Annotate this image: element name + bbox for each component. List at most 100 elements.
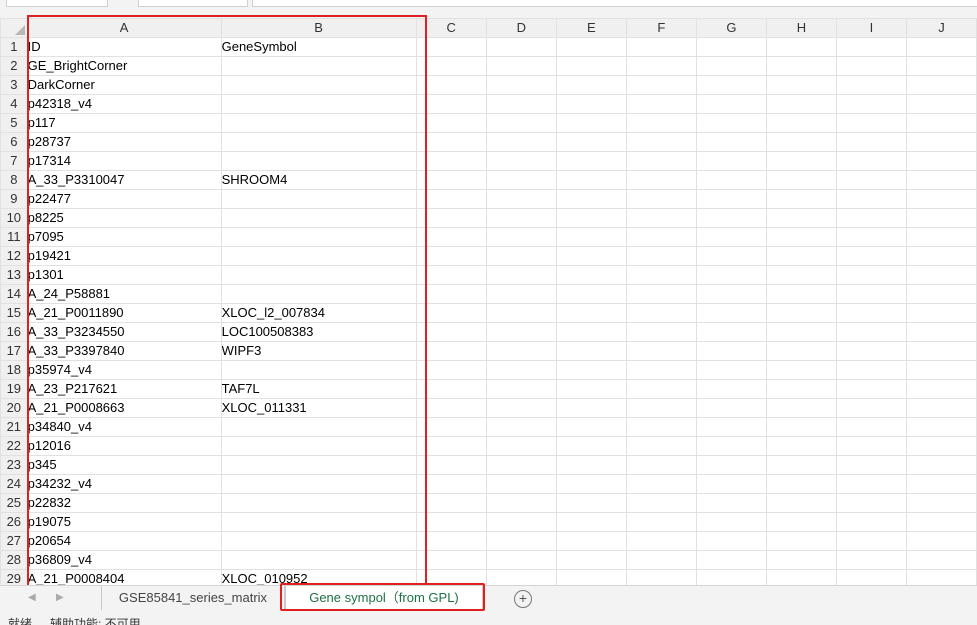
cell-empty[interactable] [555,322,627,342]
row-header[interactable]: 7 [0,151,28,171]
cell-empty[interactable] [905,113,977,133]
cell-empty[interactable] [625,56,697,76]
cell-empty[interactable] [905,56,977,76]
cell-empty[interactable] [625,170,697,190]
cell-empty[interactable] [695,75,767,95]
cell-empty[interactable] [695,322,767,342]
cell-empty[interactable] [695,360,767,380]
row-header[interactable]: 25 [0,493,28,513]
cell-empty[interactable] [415,151,487,171]
cell-empty[interactable] [415,75,487,95]
cell-empty[interactable] [905,455,977,475]
cell-empty[interactable] [836,360,907,380]
cell-empty[interactable] [905,37,977,57]
cell-empty[interactable] [905,208,977,228]
cell-empty[interactable] [905,398,977,418]
cell-empty[interactable] [836,170,907,190]
cell-empty[interactable] [836,493,907,513]
cell-empty[interactable] [485,151,557,171]
cell-a[interactable]: p36809_v4 [26,550,222,570]
cell-empty[interactable] [415,170,487,190]
cell-empty[interactable] [485,531,557,551]
cell-empty[interactable] [765,94,838,114]
cell-b[interactable] [220,455,417,475]
cell-empty[interactable] [836,303,907,323]
cell-empty[interactable] [415,455,487,475]
cell-empty[interactable] [625,94,697,114]
cell-a[interactable]: p20654 [26,531,222,551]
cell-empty[interactable] [836,417,907,437]
cell-empty[interactable] [625,37,697,57]
row-header[interactable]: 28 [0,550,28,570]
cell-empty[interactable] [695,493,767,513]
cell-empty[interactable] [625,550,697,570]
cell-empty[interactable] [555,37,627,57]
cell-empty[interactable] [905,322,977,342]
cell-empty[interactable] [695,132,767,152]
cell-empty[interactable] [625,113,697,133]
cell-empty[interactable] [765,569,838,585]
cell-b[interactable] [220,436,417,456]
cell-empty[interactable] [695,569,767,585]
cell-empty[interactable] [625,512,697,532]
cell-empty[interactable] [905,417,977,437]
cell-b[interactable]: SHROOM4 [220,170,417,190]
formula-input[interactable] [252,0,977,7]
cell-empty[interactable] [765,189,838,209]
cell-b[interactable] [220,265,417,285]
cell-empty[interactable] [625,531,697,551]
cell-empty[interactable] [625,303,697,323]
cell-empty[interactable] [555,474,627,494]
cell-empty[interactable] [415,227,487,247]
cell-empty[interactable] [415,56,487,76]
cell-a[interactable]: p35974_v4 [26,360,222,380]
cell-empty[interactable] [485,37,557,57]
row-header[interactable]: 1 [0,37,28,57]
cell-empty[interactable] [415,341,487,361]
row-header[interactable]: 27 [0,531,28,551]
cell-empty[interactable] [555,512,627,532]
row-header[interactable]: 13 [0,265,28,285]
cell-empty[interactable] [485,227,557,247]
cell-empty[interactable] [695,151,767,171]
cell-empty[interactable] [905,75,977,95]
cell-empty[interactable] [765,37,838,57]
cell-empty[interactable] [485,379,557,399]
cell-empty[interactable] [836,113,907,133]
cell-empty[interactable] [485,512,557,532]
cell-a[interactable]: p8225 [26,208,222,228]
cell-empty[interactable] [555,531,627,551]
cell-empty[interactable] [695,474,767,494]
row-header[interactable]: 22 [0,436,28,456]
column-header-c[interactable]: C [415,18,487,38]
cell-b[interactable] [220,360,417,380]
cell-empty[interactable] [625,455,697,475]
column-header-b[interactable]: B [220,18,417,38]
cell-empty[interactable] [625,493,697,513]
tab-sheet-series-matrix[interactable]: GSE85841_series_matrix [101,586,285,610]
cell-empty[interactable] [625,208,697,228]
cell-empty[interactable] [905,379,977,399]
cell-empty[interactable] [485,360,557,380]
cell-empty[interactable] [695,284,767,304]
cell-a[interactable]: A_23_P217621 [26,379,222,399]
cell-empty[interactable] [836,569,907,585]
cell-empty[interactable] [485,75,557,95]
cell-empty[interactable] [555,550,627,570]
cell-empty[interactable] [485,569,557,585]
row-header[interactable]: 10 [0,208,28,228]
cell-empty[interactable] [836,512,907,532]
cell-empty[interactable] [485,474,557,494]
cell-empty[interactable] [836,379,907,399]
cell-empty[interactable] [836,208,907,228]
cell-empty[interactable] [625,151,697,171]
cell-a[interactable]: ID [26,37,222,57]
cell-a[interactable]: A_33_P3234550 [26,322,222,342]
cell-empty[interactable] [555,455,627,475]
cell-empty[interactable] [905,151,977,171]
cell-empty[interactable] [625,246,697,266]
cell-empty[interactable] [485,246,557,266]
cell-empty[interactable] [836,322,907,342]
cell-empty[interactable] [836,227,907,247]
select-all-corner[interactable] [0,18,28,38]
